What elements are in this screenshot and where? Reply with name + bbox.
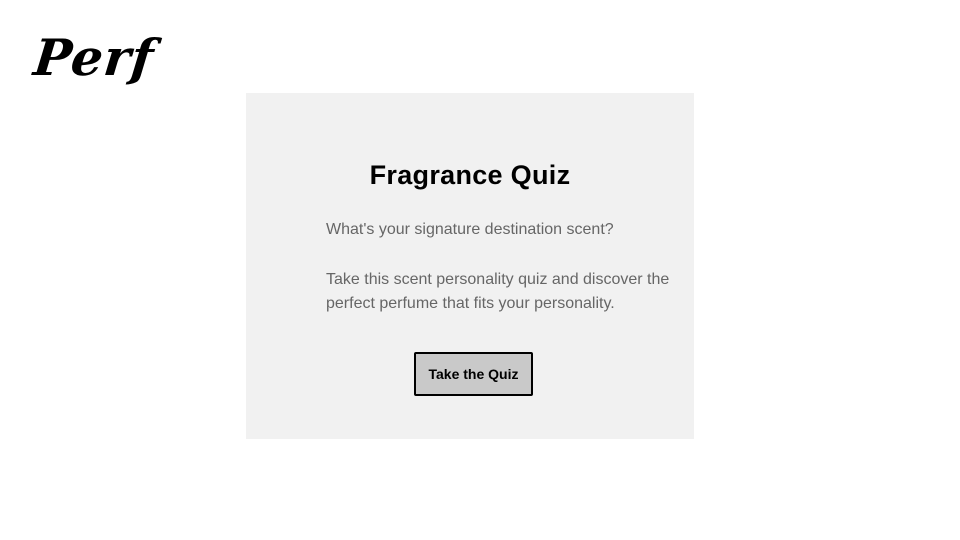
- quiz-tagline: What's your signature destination scent?: [326, 221, 614, 238]
- quiz-card: Fragrance Quiz What's your signature des…: [246, 93, 694, 439]
- quiz-title: Fragrance Quiz: [369, 160, 571, 190]
- take-quiz-button[interactable]: Take the Quiz: [414, 352, 533, 396]
- brand-logo[interactable]: Perf: [31, 28, 157, 88]
- quiz-description: Take this scent personality quiz and dis…: [326, 271, 670, 312]
